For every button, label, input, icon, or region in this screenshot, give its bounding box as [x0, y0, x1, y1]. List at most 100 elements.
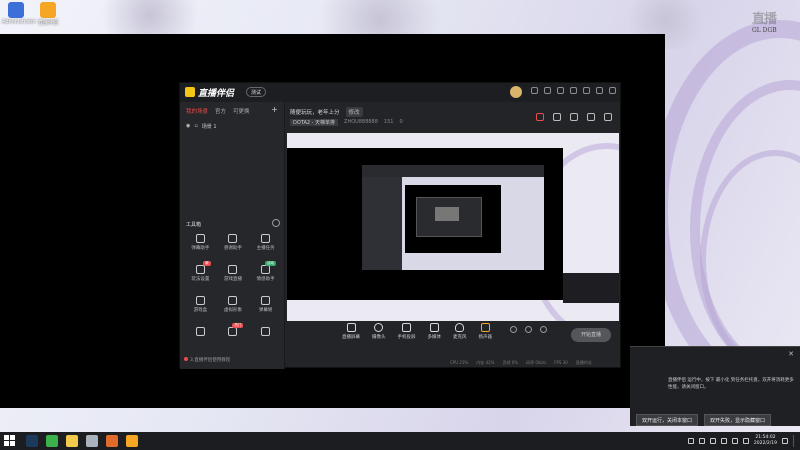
- lock-icon[interactable]: [553, 113, 561, 121]
- tab-my-scenes[interactable]: 我的场景: [186, 107, 208, 115]
- menu-icon[interactable]: [570, 87, 577, 94]
- phone-cast-button[interactable]: 手机投屏: [398, 321, 416, 340]
- nested-core: [435, 207, 459, 221]
- tab-replaceable[interactable]: 可更换: [233, 107, 250, 115]
- tool-item[interactable]: 热门: [217, 323, 250, 338]
- wechat-icon[interactable]: [46, 435, 58, 447]
- taskbar-app-icon[interactable]: [66, 435, 78, 447]
- title-bar[interactable]: 直播伴侣 测试: [180, 83, 620, 102]
- notification-center-icon[interactable]: [782, 438, 788, 444]
- clock-date: 2022/2/19: [753, 441, 777, 446]
- minimize-icon[interactable]: [583, 87, 590, 94]
- tool-item[interactable]: 新玩法设置: [184, 261, 217, 282]
- live-preview[interactable]: [287, 133, 619, 321]
- gift-icon[interactable]: [557, 87, 564, 94]
- tool-item[interactable]: 弹幕姬: [249, 296, 282, 313]
- avatar[interactable]: [510, 86, 522, 98]
- edit-title-button[interactable]: 修改: [345, 107, 363, 117]
- live-companion-taskbar-icon[interactable]: [126, 435, 138, 447]
- add-scene-icon[interactable]: +: [271, 106, 278, 115]
- status-item: 码率 0kb/s: [526, 360, 547, 365]
- dual-run-close-button[interactable]: 双开运行，关闭本窗口: [636, 414, 699, 426]
- nested-window: [416, 197, 482, 237]
- tray-app-icon[interactable]: [709, 438, 716, 444]
- control-label: 麦克风: [453, 335, 467, 340]
- taskbar-app-icon[interactable]: [86, 435, 98, 447]
- maximize-icon[interactable]: [596, 87, 603, 94]
- lock-icon[interactable]: ▫: [194, 123, 197, 130]
- notification-text: 直播伴侣 运行中，按下 最小化 到任务栏托盘，双开将消耗更多性能，请关闭窗口。: [668, 378, 794, 390]
- tray-chevron-icon[interactable]: [687, 438, 694, 444]
- start-live-button[interactable]: 开始直播: [571, 328, 611, 342]
- screen-source-button[interactable]: 直播屏幕: [342, 321, 360, 340]
- bell-icon[interactable]: [587, 113, 595, 121]
- media-button[interactable]: 多媒体: [428, 321, 441, 340]
- avatar-download-icon: [228, 296, 238, 305]
- close-icon[interactable]: [609, 87, 616, 94]
- viewer-count: 151: [383, 119, 394, 125]
- tool-item[interactable]: [249, 327, 282, 338]
- desktop-icon-companion[interactable]: 直播伴侣: [34, 2, 62, 26]
- tray-app-icon[interactable]: [698, 438, 705, 444]
- desktop-icon-admin[interactable]: Administrator: [2, 2, 36, 25]
- network-icon[interactable]: [720, 438, 727, 444]
- clock[interactable]: 21:54:02 2022/2/19: [754, 435, 777, 447]
- microphone-button[interactable]: 麦克风: [453, 321, 467, 340]
- extra-controls: [510, 326, 547, 333]
- skin-icon[interactable]: [544, 87, 551, 94]
- settings-gear-icon[interactable]: [540, 326, 547, 333]
- tool-item[interactable]: 弹幕助手: [184, 234, 217, 251]
- steam-icon[interactable]: [26, 435, 38, 447]
- tool-item[interactable]: 游戏盒: [184, 296, 217, 313]
- tool-item[interactable]: 感谢助手: [217, 234, 250, 251]
- tool-badge: 活动: [265, 261, 276, 266]
- tool-item[interactable]: 虚拟形象: [217, 296, 250, 313]
- notification-popup: ✕ 直播伴侣 运行中，按下 最小化 到任务栏托盘，双开将消耗更多性能，请关闭窗口…: [630, 346, 800, 426]
- gamebox-icon: [195, 296, 205, 305]
- status-item: 丢帧 0%: [502, 360, 519, 365]
- tool-item[interactable]: 活动情感助手: [249, 261, 282, 282]
- record-icon[interactable]: [570, 113, 578, 121]
- tools-grid: 弹幕助手 感谢助手 主播任务 新玩法设置 游戏直播 活动情感助手 游戏盒 虚拟形…: [184, 234, 282, 338]
- scene-item[interactable]: ◉ ▫ 场景 1: [180, 120, 284, 133]
- tool-badge: 新: [203, 261, 211, 266]
- volume-icon[interactable]: [731, 438, 738, 444]
- tool-badge: 热门: [232, 323, 244, 328]
- nested-titlebar: [362, 165, 544, 177]
- message-icon[interactable]: [531, 87, 538, 94]
- danmaku-icon: [195, 234, 205, 243]
- watermark-big: 直播: [752, 12, 777, 27]
- tab-official[interactable]: 官方: [215, 107, 226, 115]
- ime-icon[interactable]: [742, 438, 749, 444]
- start-menu-icon[interactable]: [4, 435, 16, 447]
- eye-icon[interactable]: ◉: [186, 123, 190, 130]
- more-download-icon: [261, 327, 271, 336]
- tutorial-link[interactable]: 3.直播伴侣使用教程: [184, 357, 230, 363]
- tool-item[interactable]: 主播任务: [249, 234, 282, 251]
- close-icon[interactable]: ✕: [788, 350, 794, 358]
- live-companion-window[interactable]: 直播伴侣 测试 我的场景 官方 可更换 + ◉ ▫ 场景 1 工具箱 弹幕助手 …: [179, 82, 621, 369]
- beta-badge[interactable]: 测试: [246, 87, 267, 97]
- heart-icon[interactable]: [525, 326, 532, 333]
- taskbar-app-icon[interactable]: [106, 435, 118, 447]
- gift-box-icon[interactable]: [536, 113, 544, 121]
- video-icon[interactable]: [510, 326, 517, 333]
- watermark-small: GL DGB: [752, 27, 777, 34]
- share-icon[interactable]: [604, 113, 612, 121]
- status-item: CPU 23%: [450, 360, 469, 365]
- control-label: 直播屏幕: [342, 335, 360, 340]
- tool-item[interactable]: [184, 327, 217, 338]
- show-desktop-button[interactable]: [793, 435, 796, 447]
- speaker-button[interactable]: 扬声器: [478, 321, 493, 340]
- control-label: 扬声器: [478, 335, 493, 340]
- tool-item[interactable]: 游戏直播: [217, 265, 250, 282]
- camera-button[interactable]: 摄像头: [372, 321, 386, 340]
- tool-label: 情感助手: [256, 277, 275, 282]
- more-tools-icon[interactable]: [272, 219, 280, 227]
- room-id: ZHOU888888: [344, 119, 378, 125]
- show-hidden-window-button[interactable]: 双开失败，显示隐藏窗口: [704, 414, 772, 426]
- game-category[interactable]: DOTA2 - 天梯单排: [290, 119, 339, 126]
- monitor-icon: [346, 323, 356, 332]
- like-count: 0: [399, 119, 403, 125]
- watermark: 直播 GL DGB: [752, 8, 796, 34]
